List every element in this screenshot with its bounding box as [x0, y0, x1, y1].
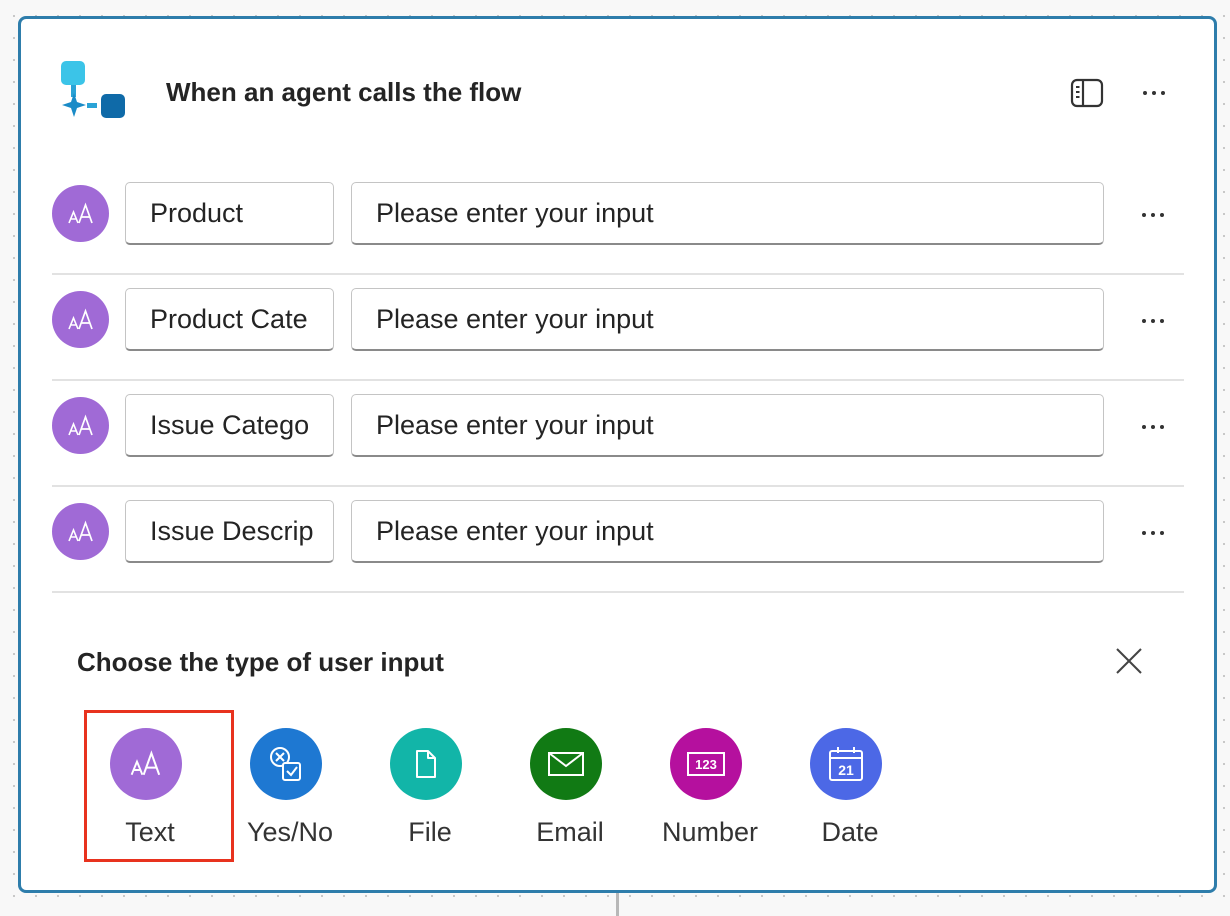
text-icon — [52, 291, 109, 348]
yes-no-icon — [250, 728, 322, 800]
file-icon — [390, 728, 462, 800]
input-type-chooser-title: Choose the type of user input — [77, 647, 444, 677]
input-value-field[interactable]: Please enter your input — [351, 500, 1104, 563]
input-name-field[interactable]: Product — [125, 182, 334, 245]
close-icon[interactable] — [1114, 646, 1144, 676]
input-row: Product Cate Please enter your input — [52, 275, 1184, 381]
row-more-button[interactable] — [1135, 521, 1171, 545]
text-icon — [52, 503, 109, 560]
card-more-button[interactable] — [1136, 81, 1172, 105]
row-more-button[interactable] — [1135, 203, 1171, 227]
calendar-icon: 21 — [810, 728, 882, 800]
input-type-file[interactable]: File — [360, 709, 500, 859]
input-row: Issue Descrip Please enter your input — [52, 487, 1184, 593]
row-more-button[interactable] — [1135, 415, 1171, 439]
more-icon — [1142, 425, 1146, 429]
input-type-number[interactable]: 123 Number — [640, 709, 780, 859]
input-type-yes-no[interactable]: Yes/No — [220, 709, 360, 859]
card-header: When an agent calls the flow — [21, 19, 1214, 169]
row-more-button[interactable] — [1135, 309, 1171, 333]
text-icon — [52, 397, 109, 454]
input-type-label: File — [408, 817, 452, 847]
input-type-text[interactable]: Text — [80, 709, 220, 859]
flow-trigger-icon — [61, 61, 125, 118]
more-icon — [1143, 91, 1147, 95]
more-icon — [1142, 213, 1146, 217]
input-value-field[interactable]: Please enter your input — [351, 182, 1104, 245]
input-type-label: Text — [125, 817, 175, 847]
card-title: When an agent calls the flow — [166, 77, 522, 107]
date-icon-text: 21 — [838, 762, 854, 778]
number-icon: 123 — [670, 728, 742, 800]
text-icon — [110, 728, 182, 800]
input-type-label: Email — [536, 817, 604, 847]
input-name-field[interactable]: Issue Descrip — [125, 500, 334, 563]
input-type-label: Yes/No — [246, 817, 334, 847]
input-name-field[interactable]: Product Cate — [125, 288, 334, 351]
input-row: Product Please enter your input — [52, 169, 1184, 275]
input-type-label: Number — [661, 817, 759, 847]
input-row: Issue Catego Please enter your input — [52, 381, 1184, 487]
more-icon — [1142, 319, 1146, 323]
input-value-field[interactable]: Please enter your input — [351, 394, 1104, 457]
text-icon — [52, 185, 109, 242]
input-type-date[interactable]: 21 Date — [780, 709, 920, 859]
input-name-field[interactable]: Issue Catego — [125, 394, 334, 457]
input-type-email[interactable]: Email — [500, 709, 640, 859]
more-icon — [1142, 531, 1146, 535]
trigger-card: When an agent calls the flow Product Ple… — [18, 16, 1217, 893]
input-type-label: Date — [821, 817, 879, 847]
email-icon — [530, 728, 602, 800]
side-panel-icon[interactable] — [1069, 77, 1105, 109]
input-value-field[interactable]: Please enter your input — [351, 288, 1104, 351]
number-icon-text: 123 — [695, 757, 717, 772]
